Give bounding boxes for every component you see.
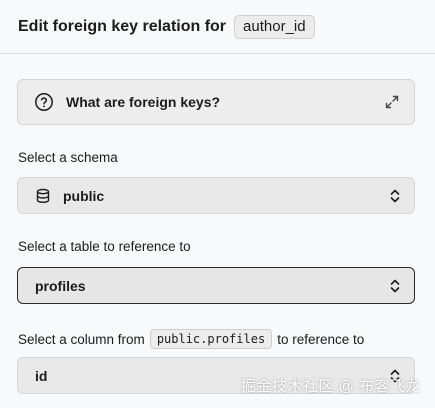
help-circle-icon — [34, 92, 54, 112]
table-reference-code: public.profiles — [149, 329, 273, 349]
watermark: 掘金技术社区 @ 布客飞龙 — [240, 378, 421, 395]
dialog-title: Edit foreign key relation for — [18, 17, 227, 35]
schema-select[interactable]: public — [17, 177, 415, 214]
column-name-badge: author_id — [234, 14, 315, 39]
schema-label: Select a schema — [18, 150, 118, 165]
table-value: profiles — [35, 277, 86, 294]
expand-icon[interactable] — [384, 94, 400, 110]
chevron-updown-icon — [388, 188, 402, 204]
database-icon — [35, 188, 51, 204]
info-label: What are foreign keys? — [66, 94, 221, 110]
dialog-header: Edit foreign key relation for author_id — [0, 0, 435, 54]
chevron-updown-icon — [388, 278, 402, 294]
column-label-prefix: Select a column from — [18, 331, 145, 347]
foreign-keys-info-toggle[interactable]: What are foreign keys? — [17, 79, 415, 125]
table-label: Select a table to reference to — [18, 239, 191, 254]
column-label: Select a column from public.profiles to … — [18, 329, 364, 349]
schema-value: public — [63, 187, 105, 204]
column-label-suffix: to reference to — [277, 331, 365, 347]
table-select[interactable]: profiles — [17, 267, 415, 304]
